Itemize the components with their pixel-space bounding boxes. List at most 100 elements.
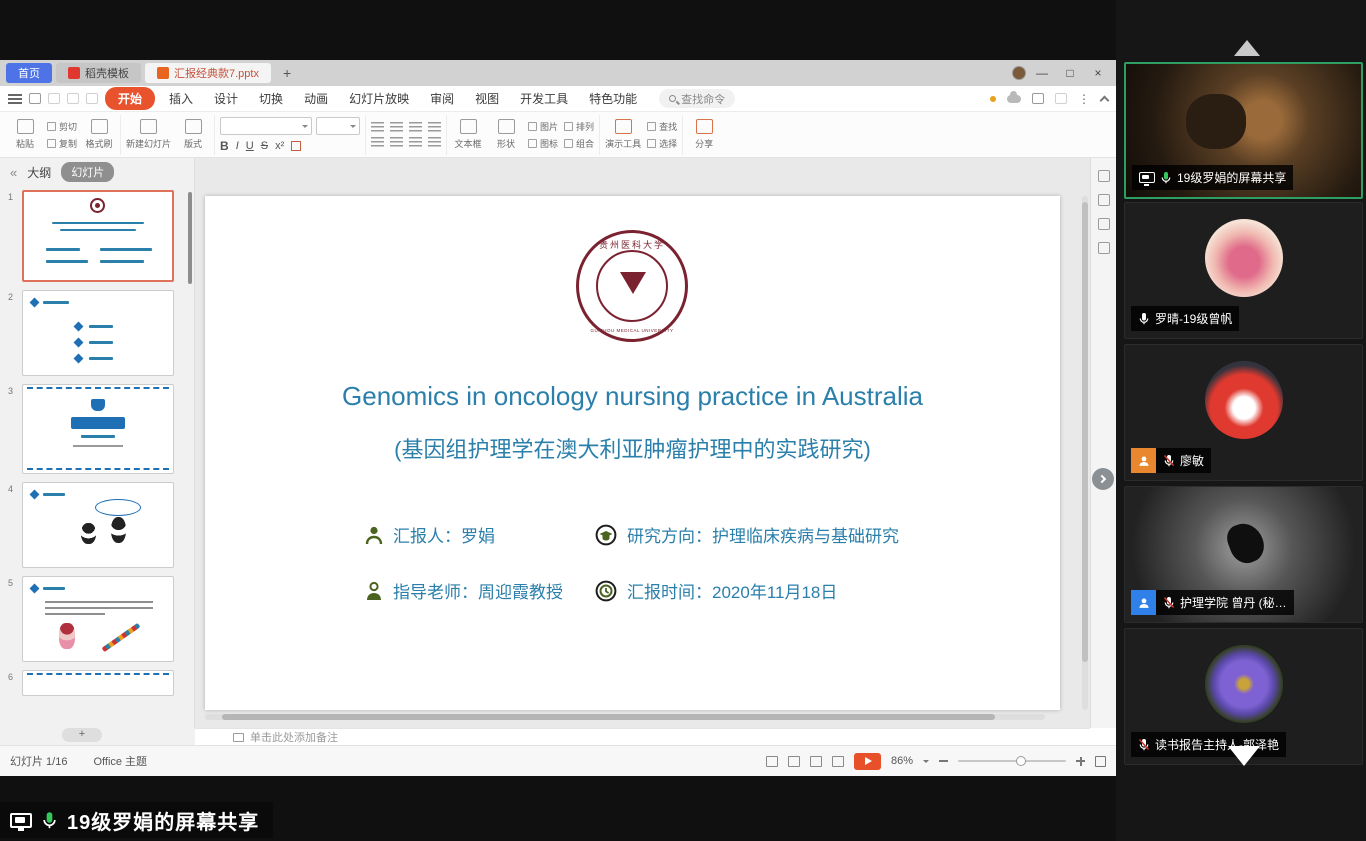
share-doc-icon[interactable]	[1032, 93, 1044, 104]
tab-document[interactable]: 汇报经典款7.pptx	[145, 63, 271, 83]
tab-home[interactable]: 首页	[6, 63, 52, 83]
presentation-tools-button[interactable]: 演示工具	[605, 119, 641, 150]
new-tab-button[interactable]: +	[275, 65, 299, 81]
new-slide-button[interactable]: 新建幻灯片	[126, 119, 171, 150]
paste-button[interactable]: 粘贴	[9, 119, 41, 150]
numbered-list-icon[interactable]	[390, 122, 403, 132]
outline-tab[interactable]: 大纲	[27, 164, 51, 181]
zoom-slider-thumb[interactable]	[1016, 756, 1026, 766]
slide-thumbnail-1[interactable]	[22, 190, 174, 282]
command-search-input[interactable]: 查找命令	[659, 89, 735, 108]
collapse-ribbon-icon[interactable]	[1100, 95, 1110, 105]
redo-icon[interactable]	[86, 93, 98, 104]
picture-button[interactable]: 图片	[528, 120, 558, 133]
maximize-button[interactable]: □	[1058, 66, 1082, 80]
menu-transition[interactable]: 切换	[252, 88, 290, 109]
outline-view-icon[interactable]	[832, 756, 844, 767]
scroll-down-arrow[interactable]	[1228, 746, 1260, 766]
shapes-button[interactable]: 形状	[490, 119, 522, 150]
bold-button[interactable]: B	[220, 139, 229, 153]
collapse-panel-icon[interactable]: «	[10, 165, 17, 180]
slide-thumbnail-5[interactable]	[22, 576, 174, 662]
zoom-out-button[interactable]	[939, 760, 948, 762]
add-slide-button[interactable]: +	[62, 728, 102, 742]
format-painter-button[interactable]: 格式刷	[83, 119, 115, 150]
zoom-caret-icon[interactable]	[923, 760, 929, 766]
zoom-level[interactable]: 86%	[891, 755, 913, 767]
menu-review[interactable]: 审阅	[423, 88, 461, 109]
zoom-slider[interactable]	[958, 760, 1066, 762]
italic-button[interactable]: I	[236, 140, 239, 152]
more-menu-icon[interactable]: ⋮	[1078, 92, 1090, 106]
expand-panel-button[interactable]	[1092, 468, 1114, 490]
menu-features[interactable]: 特色功能	[582, 88, 644, 109]
normal-view-icon[interactable]	[766, 756, 778, 767]
slideshow-play-button[interactable]	[854, 753, 881, 770]
menu-developer[interactable]: 开发工具	[513, 88, 575, 109]
arrange-button[interactable]: 排列	[564, 120, 594, 133]
align-left-icon[interactable]	[371, 137, 384, 147]
animation-panel-icon[interactable]	[1098, 218, 1110, 230]
justify-icon[interactable]	[428, 137, 441, 147]
font-color-icon[interactable]	[291, 141, 301, 151]
participant-tile[interactable]: 19级罗娟的屏幕共享	[1124, 62, 1363, 199]
participant-tile[interactable]: 罗晴-19级曾帆	[1124, 202, 1363, 339]
print-icon[interactable]	[48, 93, 60, 104]
font-size-combo[interactable]	[316, 117, 360, 135]
bullet-list-icon[interactable]	[371, 122, 384, 132]
menu-slideshow[interactable]: 幻灯片放映	[342, 88, 416, 109]
theme-name[interactable]: Office 主题	[93, 753, 147, 769]
save-icon[interactable]	[29, 93, 41, 104]
horizontal-scrollbar[interactable]	[205, 714, 1045, 720]
hamburger-menu-icon[interactable]	[8, 94, 22, 104]
slide-thumbnail-6[interactable]	[22, 670, 174, 696]
cloud-sync-icon[interactable]	[1007, 95, 1021, 103]
line-spacing-icon[interactable]	[428, 122, 441, 132]
menu-insert[interactable]: 插入	[162, 88, 200, 109]
account-avatar[interactable]	[1012, 66, 1026, 80]
comments-panel-icon[interactable]	[1098, 242, 1110, 254]
cut-button[interactable]: 剪切	[47, 120, 77, 133]
share-button[interactable]: 分享	[688, 119, 720, 150]
group-button[interactable]: 组合	[564, 137, 594, 150]
scroll-up-arrow[interactable]	[1234, 40, 1260, 56]
align-center-icon[interactable]	[390, 137, 403, 147]
close-button[interactable]: ×	[1086, 66, 1110, 80]
slide-thumbnail-4[interactable]	[22, 482, 174, 568]
align-right-icon[interactable]	[409, 137, 422, 147]
layout-button[interactable]: 版式	[177, 119, 209, 150]
select-pane-button[interactable]: 选择	[647, 137, 677, 150]
slide-canvas[interactable]: 贵州医科大学 GUIZHOU MEDICAL UNIVERSITY Genomi…	[205, 196, 1060, 710]
menu-design[interactable]: 设计	[207, 88, 245, 109]
indent-icon[interactable]	[409, 122, 422, 132]
menu-animation[interactable]: 动画	[297, 88, 335, 109]
participant-tile[interactable]: 护理学院 曾丹 (秘…	[1124, 486, 1363, 623]
menu-start[interactable]: 开始	[105, 87, 155, 110]
undo-icon[interactable]	[67, 93, 79, 104]
text-box-button[interactable]: 文本框	[452, 119, 484, 150]
superscript-button[interactable]: x²	[275, 140, 284, 152]
menu-view[interactable]: 视图	[468, 88, 506, 109]
thumbnail-scrollbar[interactable]	[188, 192, 192, 284]
notes-input[interactable]: 单击此处添加备注	[195, 728, 1090, 745]
participant-tile[interactable]: 廖敏	[1124, 344, 1363, 481]
underline-button[interactable]: U	[246, 140, 254, 152]
copy-button[interactable]: 复制	[47, 137, 77, 150]
fullscreen-icon[interactable]	[1095, 756, 1106, 767]
slide-sorter-icon[interactable]	[788, 756, 800, 767]
font-name-combo[interactable]	[220, 117, 312, 135]
tab-docer[interactable]: 稻壳模板	[56, 63, 141, 83]
reading-view-icon[interactable]	[810, 756, 822, 767]
vertical-scrollbar[interactable]	[1082, 196, 1088, 710]
slide-thumbnail-2[interactable]	[22, 290, 174, 376]
strikethrough-button[interactable]: S	[261, 140, 268, 152]
slides-tab[interactable]: 幻灯片	[61, 162, 114, 182]
participant-tile[interactable]: 读书报告主持人-郭泽艳	[1124, 628, 1363, 765]
find-replace-button[interactable]: 查找	[647, 120, 677, 133]
design-panel-icon[interactable]	[1098, 194, 1110, 206]
collaborate-icon[interactable]	[1055, 93, 1067, 104]
properties-icon[interactable]	[1098, 170, 1110, 182]
slide-thumbnail-3[interactable]	[22, 384, 174, 474]
zoom-in-button[interactable]	[1076, 760, 1085, 762]
icon-lib-button[interactable]: 图标	[528, 137, 558, 150]
